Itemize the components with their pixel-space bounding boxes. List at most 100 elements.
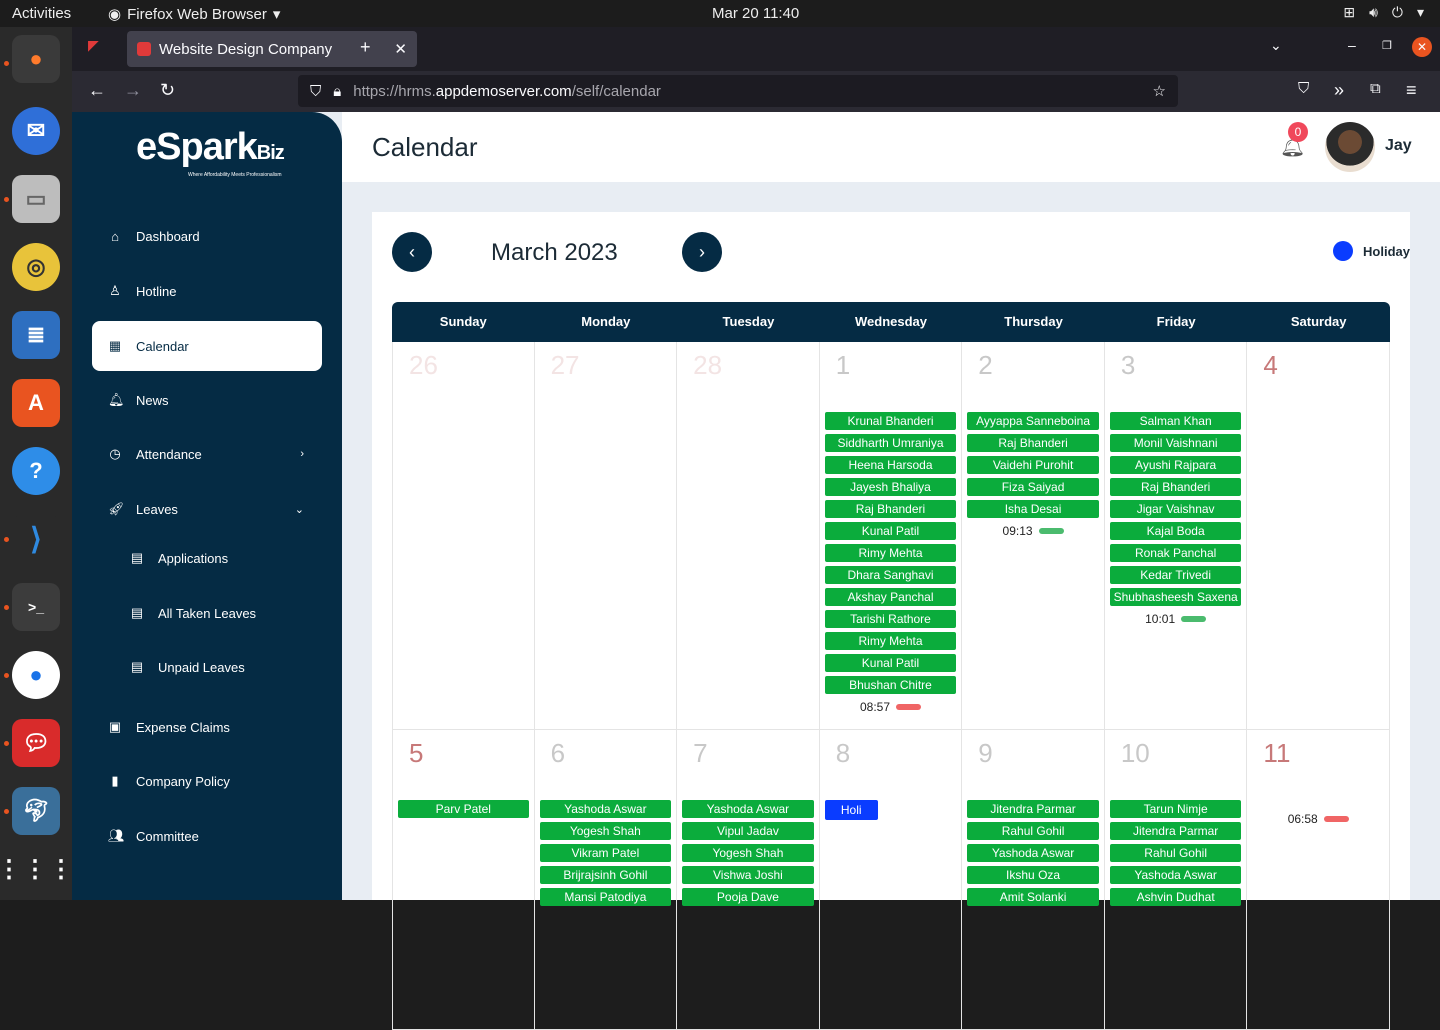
vscode-icon[interactable]: ⟩ [12, 515, 60, 563]
new-tab-icon[interactable]: + [360, 37, 371, 58]
sidebar-item-calendar[interactable]: ▦ Calendar [92, 321, 322, 371]
leave-event[interactable]: Rimy Mehta [824, 544, 957, 562]
leave-event[interactable]: Krunal Bhanderi [824, 412, 957, 430]
leave-event[interactable]: Amit Solanki [967, 888, 1099, 906]
sidebar-item-all-taken-leaves[interactable]: ▤ All Taken Leaves [114, 588, 344, 638]
leave-event[interactable]: Salman Khan [1109, 412, 1242, 430]
leave-event[interactable]: Jitendra Parmar [967, 800, 1099, 818]
calendar-day[interactable]: 27 [534, 342, 678, 730]
leave-event[interactable]: Yashoda Aswar [539, 800, 672, 818]
user-name[interactable]: Jay [1385, 137, 1412, 155]
leave-event[interactable]: Shubhasheesh Saxena [1109, 588, 1242, 606]
calendar-day[interactable]: 1 Krunal Bhanderi Siddharth Umraniya Heena … [819, 342, 963, 730]
sidebar-item-hotline[interactable]: ♙ Hotline [92, 266, 322, 316]
leave-event[interactable]: Pooja Dave [682, 888, 814, 906]
rhythmbox-icon[interactable]: ◎ [12, 243, 60, 291]
leave-event[interactable]: Kedar Trivedi [1109, 566, 1242, 584]
leave-event[interactable]: Raj Bhanderi [967, 434, 1099, 452]
next-month-button[interactable]: › [682, 232, 722, 272]
leave-event[interactable]: Monil Vaishnani [1109, 434, 1242, 452]
leave-event[interactable]: Tarun Nimje [1109, 800, 1242, 818]
leave-event[interactable]: Yashoda Aswar [967, 844, 1099, 862]
calendar-day[interactable]: 2 Ayyappa Sanneboina Raj Bhanderi Vaidehi P… [962, 342, 1105, 730]
calendar-day[interactable]: 7 Yashoda Aswar Vipul Jadav Yogesh Shah Vish… [677, 730, 820, 1030]
sidebar-item-unpaid-leaves[interactable]: ▤ Unpaid Leaves [114, 642, 344, 692]
calendar-day[interactable]: 26 [392, 342, 535, 730]
leave-event[interactable]: Kunal Patil [824, 522, 957, 540]
leave-event[interactable]: Raj Bhanderi [1109, 478, 1242, 496]
leave-event[interactable]: Vipul Jadav [682, 822, 814, 840]
back-icon[interactable]: ← [88, 80, 106, 101]
leave-event[interactable]: Jigar Vaishnav [1109, 500, 1242, 518]
leave-event[interactable]: Jitendra Parmar [1109, 822, 1242, 840]
leave-event[interactable]: Bhushan Chitre [824, 676, 957, 694]
chrome-icon[interactable]: ● [12, 651, 60, 699]
leave-event[interactable]: Akshay Panchal [824, 588, 957, 606]
reload-icon[interactable]: ↻ [160, 80, 175, 101]
calendar-day[interactable]: 6 Yashoda Aswar Yogesh Shah Vikram Patel Bri… [534, 730, 678, 1030]
calendar-day[interactable]: 10 Tarun Nimje Jitendra Parmar Rahul Gohil Y… [1104, 730, 1248, 1030]
calendar-day[interactable]: 8 Holi [819, 730, 963, 1030]
system-tray[interactable]: ⊞ 🔊︎ ⏻ ▾ [1343, 4, 1424, 21]
close-window-icon[interactable]: ✕ [1412, 37, 1432, 57]
help-icon[interactable]: ? [12, 447, 60, 495]
leave-event[interactable]: Yashoda Aswar [1109, 866, 1242, 884]
app-grid-icon[interactable]: ⋮⋮⋮ [0, 845, 73, 893]
leave-event[interactable]: Yashoda Aswar [682, 800, 814, 818]
mysql-workbench-icon[interactable]: 🐬︎ [12, 787, 60, 835]
forward-icon[interactable]: → [124, 80, 142, 101]
app-menu[interactable]: ◉ Firefox Web Browser ▾ [108, 5, 280, 24]
sidebar-item-attendance[interactable]: ◷ Attendance › [92, 429, 322, 479]
leave-event[interactable]: Vikram Patel [539, 844, 672, 862]
calendar-day[interactable]: 11 06:58 [1247, 730, 1390, 1030]
leave-event[interactable]: Jayesh Bhaliya [824, 478, 957, 496]
leave-event[interactable]: Isha Desai [967, 500, 1099, 518]
lock-icon[interactable]: 🔒︎ [333, 83, 341, 100]
sidebar-item-dashboard[interactable]: ⌂ Dashboard [92, 211, 322, 261]
chat-app-icon[interactable]: 💬︎ [12, 719, 60, 767]
company-logo[interactable]: eSparkBiz Where Affordability Meets Prof… [136, 126, 285, 178]
leave-event[interactable]: Yogesh Shah [539, 822, 672, 840]
avatar[interactable] [1325, 122, 1375, 172]
sidebar-item-leaves[interactable]: 🚀︎ Leaves ⌄ [92, 484, 322, 534]
pocket-icon[interactable]: ⛉ [1298, 80, 1309, 97]
calendar-day[interactable]: 4 [1247, 342, 1390, 730]
holiday-event[interactable]: Holi [824, 800, 878, 820]
firefox-view-icon[interactable]: ◤ [88, 37, 99, 54]
leave-event[interactable]: Dhara Sanghavi [824, 566, 957, 584]
leave-event[interactable]: Yogesh Shah [682, 844, 814, 862]
leave-event[interactable]: Fiza Saiyad [967, 478, 1099, 496]
url-bar[interactable]: ⛉ 🔒︎ https://hrms.appdemoserver.com/self… [298, 75, 1178, 107]
shield-icon[interactable]: ⛉ [310, 83, 321, 100]
leave-event[interactable]: Tarishi Rathore [824, 610, 957, 628]
leave-event[interactable]: Kajal Boda [1109, 522, 1242, 540]
software-icon[interactable]: A [12, 379, 60, 427]
sidebar-item-applications[interactable]: ▤ Applications [114, 533, 344, 583]
leave-event[interactable]: Raj Bhanderi [824, 500, 957, 518]
leave-event[interactable]: Ikshu Oza [967, 866, 1099, 884]
activities-button[interactable]: Activities [12, 5, 71, 22]
close-tab-icon[interactable]: ✕ [394, 40, 407, 58]
hamburger-menu-icon[interactable]: ≡ [1406, 80, 1417, 101]
leave-event[interactable]: Vishwa Joshi [682, 866, 814, 884]
thunderbird-icon[interactable]: ✉ [12, 107, 60, 155]
terminal-icon[interactable]: >_ [12, 583, 60, 631]
leave-event[interactable]: Brijrajsinh Gohil [539, 866, 672, 884]
minimize-icon[interactable]: – [1348, 37, 1356, 53]
list-tabs-icon[interactable]: ⌄ [1270, 37, 1282, 54]
leave-event[interactable]: Kunal Patil [824, 654, 957, 672]
leave-event[interactable]: Ronak Panchal [1109, 544, 1242, 562]
sidebar-item-company-policy[interactable]: ▮ Company Policy [92, 756, 322, 806]
overflow-chevron-icon[interactable]: » [1334, 80, 1344, 101]
sidebar-item-news[interactable]: 🔔︎ News [92, 375, 322, 425]
leave-event[interactable]: Rahul Gohil [1109, 844, 1242, 862]
calendar-day[interactable]: 5 Parv Patel [392, 730, 535, 1030]
sidebar-item-committee[interactable]: 👥︎ Committee [92, 811, 322, 861]
leave-event[interactable]: Ayyappa Sanneboina [967, 412, 1099, 430]
files-icon[interactable]: ▭ [12, 175, 60, 223]
leave-event[interactable]: Siddharth Umraniya [824, 434, 957, 452]
sidebar-item-expense-claims[interactable]: ▣ Expense Claims [92, 702, 322, 752]
firefox-icon[interactable]: ● [12, 35, 60, 83]
leave-event[interactable]: Ashvin Dudhat [1109, 888, 1242, 906]
leave-event[interactable]: Heena Harsoda [824, 456, 957, 474]
